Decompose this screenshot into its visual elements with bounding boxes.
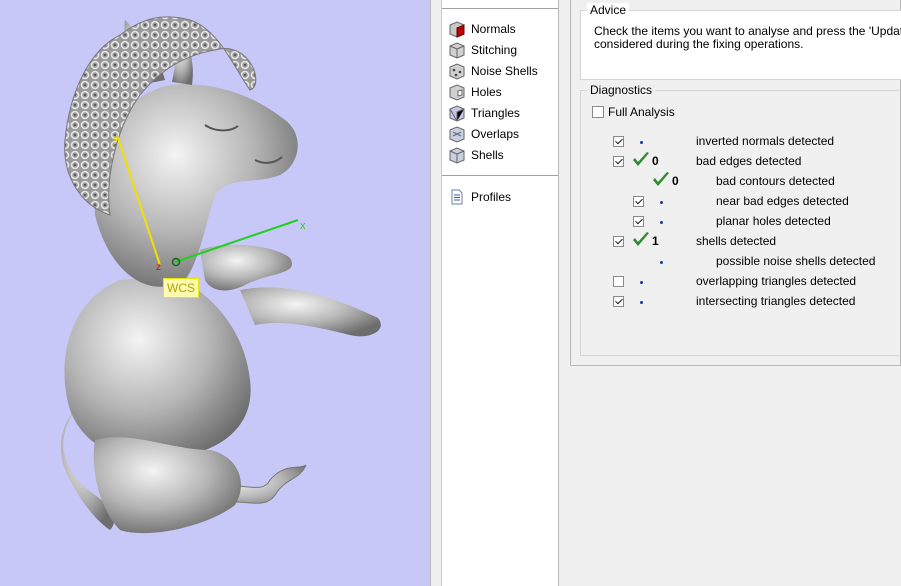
model-render: y x z [60,16,381,534]
bad-edges-label: bad edges detected [696,154,802,168]
stitching-cube-icon [449,42,465,59]
shells-count: 1 [652,234,659,248]
y-axis-label: y [113,133,119,145]
advice-group: Advice Check the items you want to analy… [580,3,901,80]
panel-splitter[interactable] [430,0,442,586]
tree-item-label: Normals [471,22,516,36]
planar-holes-checkbox[interactable] [633,216,644,227]
tree-item-stitching[interactable]: Stitching [448,40,517,60]
tree-item-label: Overlaps [471,127,520,141]
triangles-cube-icon [449,105,465,122]
bad-edges-count: 0 [652,154,659,168]
near-bad-edges-label: near bad edges detected [716,194,849,208]
advice-line-2: considered during the fixing operations. [594,37,804,51]
status-dot [640,281,643,284]
advice-text: Check the items you want to analyse and … [594,25,901,51]
tree-item-normals[interactable]: Normals [448,19,516,39]
status-dot [660,261,663,264]
full-analysis-checkbox[interactable] [592,106,604,118]
status-dot [640,141,643,144]
status-dot [660,201,663,204]
inverted-normals-checkbox[interactable] [613,136,624,147]
3d-viewport[interactable]: y x z WCS [0,0,430,586]
ok-check-icon [633,152,649,166]
tree-separator [442,175,558,176]
planar-holes-label: planar holes detected [716,214,831,228]
overlapping-triangles-checkbox[interactable] [613,276,624,287]
tree-item-overlaps[interactable]: Overlaps [448,124,519,144]
shells-checkbox[interactable] [613,236,624,247]
near-bad-edges-checkbox[interactable] [633,196,644,207]
status-dot [660,221,663,224]
ok-check-icon [653,172,669,186]
bad-edges-checkbox[interactable] [613,156,624,167]
intersecting-triangles-label: intersecting triangles detected [696,294,856,308]
tree-item-label: Profiles [471,190,512,204]
normals-cube-icon [449,21,465,38]
shells-label: shells detected [696,234,777,248]
noise-shells-label: possible noise shells detected [716,254,876,268]
bad-contours-label: bad contours detected [716,174,835,188]
z-axis-label: z [156,262,161,273]
tree-item-holes[interactable]: Holes [448,82,502,102]
diagnostics-title: Diagnostics [587,83,656,97]
shells-cube-icon [449,147,465,164]
tree-item-shells[interactable]: Shells [448,145,504,165]
ok-check-icon [633,232,649,246]
diagnostics-group: Diagnostics Full Analysis inverted norma… [580,83,901,356]
tree-item-profiles[interactable]: Profiles [448,187,511,207]
status-dot [640,301,643,304]
holes-cube-icon [449,84,465,101]
bad-contours-count: 0 [672,174,679,188]
tree-item-label: Stitching [471,43,518,57]
fix-wizard-tree: Normals Stitching Noise Shells Holes Tri… [442,0,559,586]
tree-separator [442,8,558,9]
diagnostics-panel: Advice Check the items you want to analy… [559,0,901,586]
overlaps-cube-icon [449,126,465,143]
overlapping-triangles-label: overlapping triangles detected [696,274,857,288]
tree-item-label: Triangles [471,106,520,120]
x-axis-label: x [300,220,306,232]
advice-title: Advice [587,3,630,17]
tree-item-label: Shells [471,148,504,162]
inverted-normals-label: inverted normals detected [696,134,835,148]
noise-shells-cube-icon [449,63,465,80]
tree-item-label: Noise Shells [471,64,538,78]
tree-item-triangles[interactable]: Triangles [448,103,520,123]
tree-item-label: Holes [471,85,502,99]
full-analysis-label: Full Analysis [608,105,675,119]
wcs-label: WCS [163,278,199,298]
intersecting-triangles-checkbox[interactable] [613,296,624,307]
profiles-document-icon [451,189,463,205]
tree-item-noise-shells[interactable]: Noise Shells [448,61,538,81]
